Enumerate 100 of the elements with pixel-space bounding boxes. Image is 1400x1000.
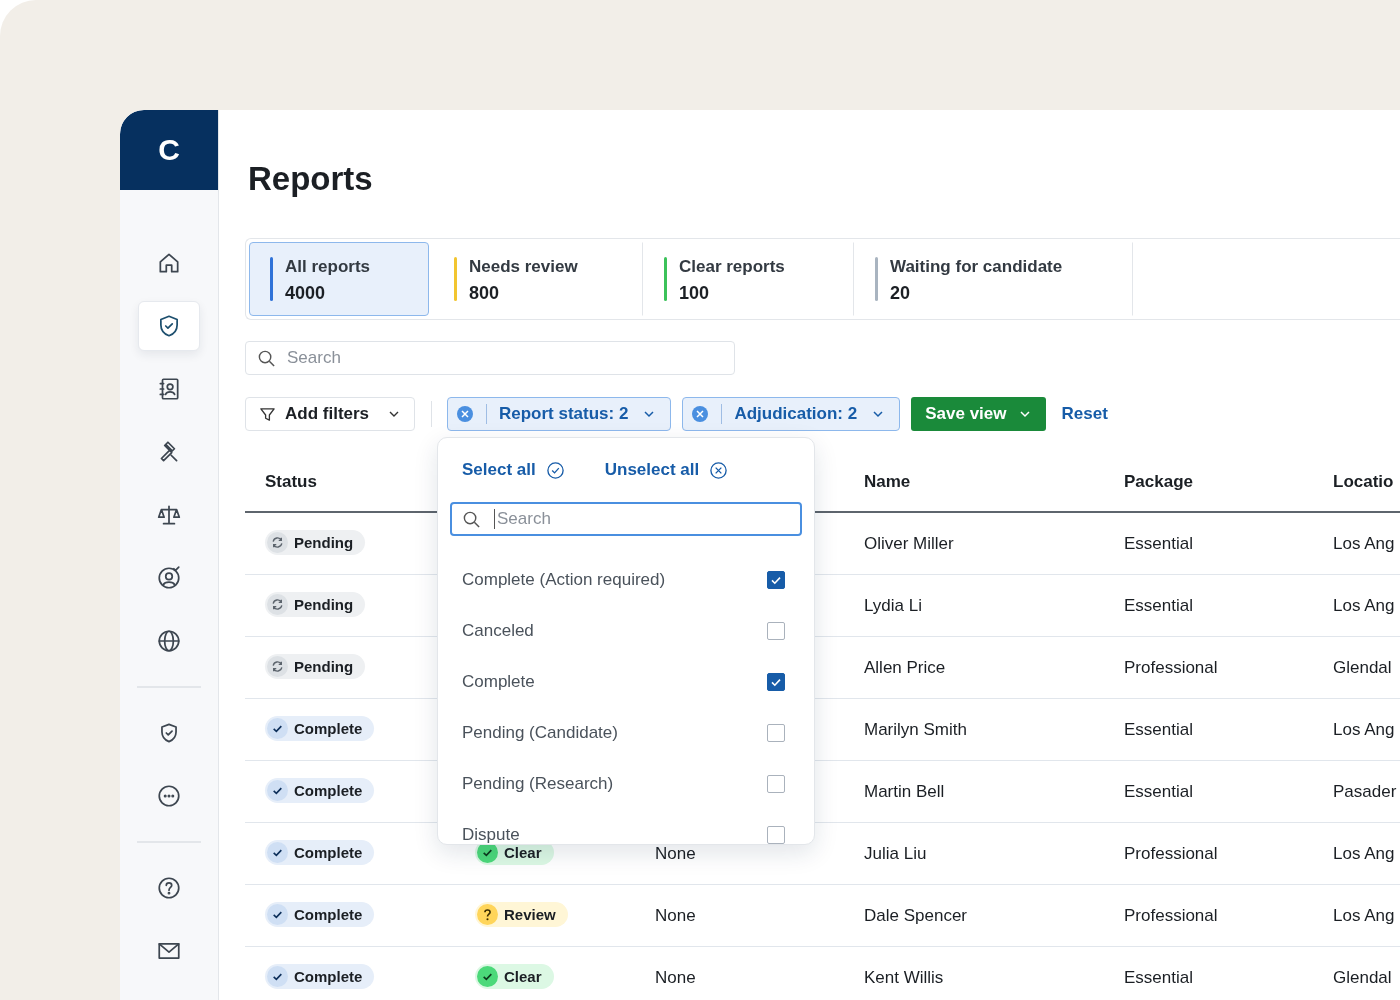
option-item[interactable]: Complete (Action required) [450, 554, 802, 605]
table-cell: Professional [1124, 657, 1218, 677]
status-badge: Pending [265, 591, 366, 617]
table-cell: Essential [1124, 595, 1193, 615]
page-title: Reports [248, 160, 374, 198]
sidebar-item[interactable] [138, 301, 200, 351]
logo[interactable]: C [120, 110, 218, 190]
option-item[interactable]: Complete [450, 656, 802, 707]
checkbox[interactable] [767, 723, 785, 742]
check-icon [267, 841, 288, 863]
more-icon [156, 783, 182, 809]
status-badge: Pending [265, 529, 366, 555]
status-badge: Pending [265, 653, 366, 679]
status-badge: Clear [475, 963, 554, 989]
status-badge: Complete [265, 715, 375, 741]
sync-icon [267, 531, 288, 553]
table-cell: Professional [1124, 905, 1218, 925]
table-cell: Los Ang [1333, 843, 1395, 863]
table-cell: Dale Spencer [864, 905, 967, 925]
checkbox[interactable] [767, 825, 785, 844]
table-cell: Los Ang [1333, 905, 1395, 925]
check-circle-icon [545, 460, 565, 480]
option-label: Complete (Action required) [462, 569, 666, 590]
column-header: Locatio [1333, 471, 1394, 491]
status-badge: Complete [265, 901, 375, 927]
table-cell: Lydia Li [864, 595, 922, 615]
table-cell: None [655, 967, 696, 987]
option-label: Canceled [462, 620, 534, 641]
save-view-button[interactable]: Save view [911, 397, 1047, 431]
check-icon [477, 965, 498, 987]
tab-count: 100 [679, 283, 711, 304]
search-icon [462, 510, 481, 529]
checkbox[interactable] [767, 570, 785, 589]
filter-chip[interactable]: Adjudication: 2 [682, 397, 901, 431]
table-cell: Professional [1124, 843, 1218, 863]
reset-link[interactable]: Reset [1061, 404, 1108, 424]
table-cell: Los Ang [1333, 533, 1395, 553]
option-item[interactable]: Canceled [450, 605, 802, 656]
question-icon [477, 903, 498, 925]
table-cell: None [655, 905, 696, 925]
select-all-link[interactable]: Select all [462, 460, 565, 480]
column-header: Status [265, 471, 317, 491]
chip-label: Adjudication: 2 [734, 404, 858, 424]
globe-icon [156, 628, 182, 654]
option-item[interactable]: Pending (Research) [450, 758, 802, 809]
table-cell: Glendal [1333, 657, 1392, 677]
option-label: Pending (Research) [462, 773, 614, 794]
unselect-all-link[interactable]: Unselect all [604, 460, 729, 480]
status-badge: Review [475, 901, 568, 927]
filter-chip[interactable]: Report status: 2 [447, 397, 672, 431]
sync-icon [267, 655, 288, 677]
table-cell: Allen Price [864, 657, 946, 677]
checkbox[interactable] [767, 621, 785, 640]
clear-icon[interactable] [691, 405, 710, 423]
column-header: Package [1124, 471, 1193, 491]
table-cell: Marilyn Smith [864, 719, 967, 739]
tab-label: Waiting for candidate [890, 257, 1063, 277]
tab-count: 4000 [285, 283, 327, 304]
tab-label: Needs review [469, 257, 578, 277]
summary-tab[interactable]: All reports 4000 [249, 242, 429, 316]
add-filters-button[interactable]: Add filters [245, 397, 415, 431]
clear-icon[interactable] [456, 405, 474, 423]
tab-count: 800 [469, 283, 501, 304]
status-badge: Complete [265, 777, 375, 803]
check-icon [267, 903, 288, 925]
user-check-icon [156, 565, 182, 591]
tab-count: 20 [890, 283, 912, 304]
table-cell: Los Ang [1333, 595, 1395, 615]
check-icon [267, 965, 288, 987]
table-cell: Kent Willis [864, 967, 944, 987]
search-field[interactable]: Search [450, 502, 802, 536]
option-label: Complete [462, 671, 535, 692]
table-cell: Los Ang [1333, 719, 1395, 739]
table-cell: Oliver Miller [864, 533, 954, 553]
table-cell: Pasader [1333, 781, 1397, 801]
option-item[interactable]: Pending (Candidate) [450, 707, 802, 758]
check-icon [267, 779, 288, 801]
filter-icon [259, 405, 276, 423]
search-icon [257, 349, 276, 368]
checkbox[interactable] [767, 672, 785, 691]
sync-icon [267, 593, 288, 615]
check-icon [267, 717, 288, 739]
contact-book-icon [156, 376, 182, 402]
table-cell: Julia Liu [864, 843, 927, 863]
table-cell: Martin Bell [864, 781, 945, 801]
table-cell: Essential [1124, 533, 1193, 553]
chip-label: Report status: 2 [499, 404, 629, 424]
column-header: Name [864, 471, 911, 491]
tab-label: All reports [285, 257, 371, 277]
table-cell: None [655, 843, 696, 863]
option-label: Pending (Candidate) [462, 722, 618, 743]
table-cell: Essential [1124, 719, 1193, 739]
status-badge: Complete [265, 963, 375, 989]
checkbox[interactable] [767, 774, 785, 793]
status-badge: Complete [265, 839, 375, 865]
help-icon [156, 875, 182, 901]
table-cell: Essential [1124, 781, 1193, 801]
close-circle-icon [709, 460, 729, 480]
table-cell: Glendal [1333, 967, 1392, 987]
tab-label: Clear reports [679, 257, 785, 277]
